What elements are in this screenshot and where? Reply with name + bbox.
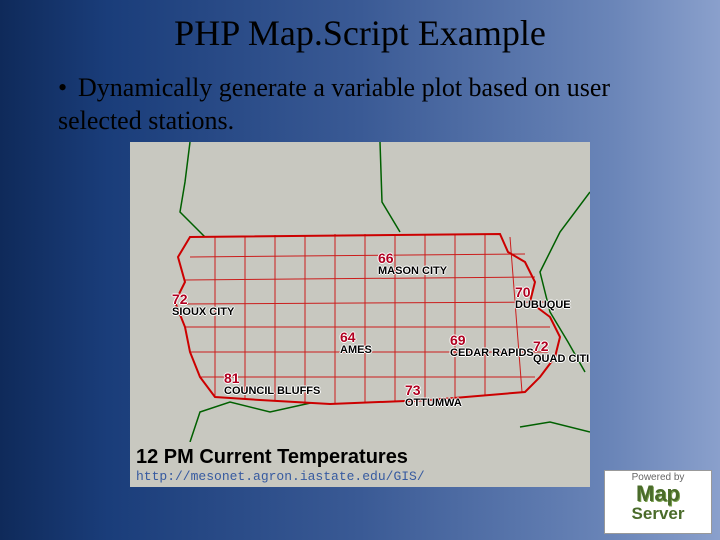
- bullet-text: Dynamically generate a variable plot bas…: [58, 73, 610, 135]
- station-value: 69: [450, 333, 534, 348]
- station-value: 73: [405, 383, 462, 398]
- station-sioux-city: 72SIOUX CITY: [172, 292, 234, 318]
- station-value: 64: [340, 330, 372, 345]
- station-name: COUNCIL BLUFFS: [224, 386, 320, 398]
- station-ottumwa: 73OTTUMWA: [405, 383, 462, 409]
- station-value: 70: [515, 285, 571, 300]
- station-ames: 64AMES: [340, 330, 372, 356]
- map-caption: 12 PM Current Temperatures: [130, 442, 590, 469]
- station-value: 72: [172, 292, 234, 307]
- station-dubuque: 70DUBUQUE: [515, 285, 571, 311]
- station-name: AMES: [340, 345, 372, 357]
- bullet-icon: •: [58, 72, 78, 105]
- station-name: MASON CITY: [378, 266, 447, 278]
- station-quad-cities: 72QUAD CITIES: [533, 339, 590, 365]
- station-name: CEDAR RAPIDS: [450, 348, 534, 360]
- map-container: 66MASON CITY72SIOUX CITY70DUBUQUE64AMES6…: [130, 142, 590, 487]
- logo-line2: Server: [605, 505, 711, 522]
- station-name: DUBUQUE: [515, 300, 571, 312]
- station-name: OTTUMWA: [405, 398, 462, 410]
- station-council-bluffs: 81COUNCIL BLUFFS: [224, 371, 320, 397]
- station-name: QUAD CITIES: [533, 354, 590, 366]
- slide-title: PHP Map.Script Example: [0, 0, 720, 54]
- station-name: SIOUX CITY: [172, 307, 234, 319]
- map-url: http://mesonet.agron.iastate.edu/GIS/: [130, 469, 590, 484]
- station-value: 81: [224, 371, 320, 386]
- mapserver-logo: Powered by Map Server: [604, 470, 712, 534]
- logo-line1: Map: [605, 483, 711, 505]
- station-value: 72: [533, 339, 590, 354]
- slide-bullet: •Dynamically generate a variable plot ba…: [0, 54, 720, 147]
- station-cedar-rapids: 69CEDAR RAPIDS: [450, 333, 534, 359]
- map-caption-bar: 12 PM Current Temperatures http://mesone…: [130, 442, 590, 487]
- station-mason-city: 66MASON CITY: [378, 251, 447, 277]
- station-value: 66: [378, 251, 447, 266]
